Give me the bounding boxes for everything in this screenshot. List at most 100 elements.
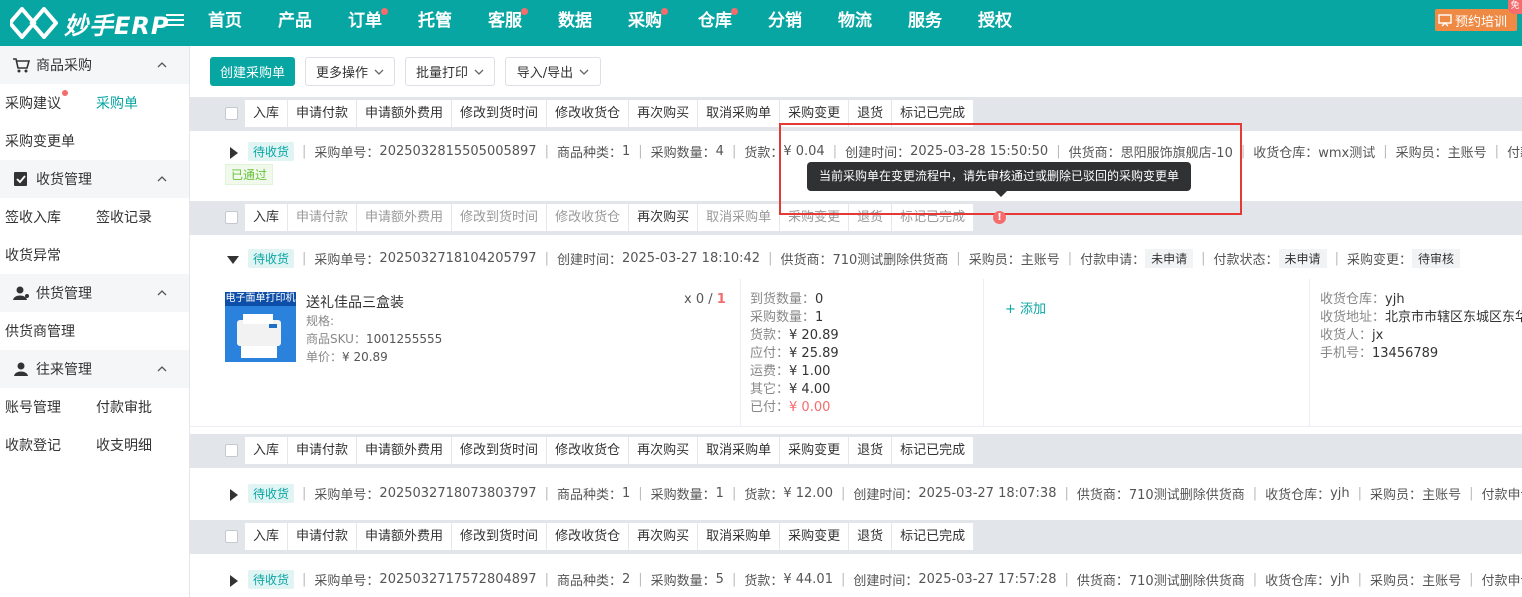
action-button[interactable]: 申请额外费用 — [357, 100, 453, 127]
order-field: 货款： — [744, 574, 784, 589]
nav-item[interactable]: 仓库 — [680, 0, 750, 46]
sidebar-item[interactable]: 签收记录 — [91, 207, 182, 227]
nav-item[interactable]: 产品 — [260, 0, 330, 46]
action-button[interactable]: 修改收货仓 — [547, 204, 630, 231]
action-button[interactable]: 退货 — [849, 523, 893, 550]
batch-print-dropdown[interactable]: 批量打印 — [405, 57, 495, 86]
sidebar-item[interactable]: 采购单 — [91, 93, 182, 113]
product-title[interactable]: 送礼佳品三盒装 — [306, 292, 404, 312]
order-field: 待收货 — [248, 249, 295, 268]
select-checkbox[interactable] — [225, 530, 238, 543]
sidebar-item[interactable]: 收款登记 — [0, 435, 91, 455]
sidebar-item[interactable]: 账号管理 — [0, 397, 91, 417]
action-button[interactable]: 修改收货仓 — [547, 437, 630, 464]
action-button[interactable]: 申请额外费用 — [357, 523, 453, 550]
nav-item[interactable]: 采购 — [610, 0, 680, 46]
column-divider — [983, 279, 984, 427]
nav-item[interactable]: 订单 — [330, 0, 400, 46]
nav-item[interactable]: 分销 — [750, 0, 820, 46]
sidebar-item[interactable]: 采购建议 — [0, 90, 91, 113]
expand-arrow-icon[interactable] — [230, 147, 238, 159]
warning-icon[interactable]: ! — [993, 211, 1006, 224]
action-button[interactable]: 申请额外费用 — [357, 437, 453, 464]
action-button[interactable]: 修改到货时间 — [452, 523, 548, 550]
create-purchase-order-button[interactable]: 创建采购单 — [210, 57, 295, 86]
action-button[interactable]: 入库 — [245, 100, 289, 127]
more-actions-dropdown[interactable]: 更多操作 — [305, 57, 395, 86]
sidebar-row: 供货商管理 — [0, 312, 189, 350]
order-field: yjh — [1330, 572, 1350, 587]
action-button[interactable]: 取消采购单 — [698, 523, 781, 550]
action-button[interactable]: 入库 — [245, 523, 289, 550]
train-booking-button[interactable]: 预约培训 — [1435, 9, 1517, 31]
import-export-dropdown[interactable]: 导入/导出 — [505, 57, 601, 86]
select-checkbox[interactable] — [225, 107, 238, 120]
nav-item[interactable]: 数据 — [540, 0, 610, 46]
amount-row: 其它：¥ 4.00 — [750, 381, 839, 399]
amount-value: 0 — [815, 292, 824, 307]
action-button[interactable]: 标记已完成 — [892, 437, 975, 464]
action-button[interactable]: 退货 — [849, 437, 893, 464]
nav-item[interactable]: 授权 — [960, 0, 1030, 46]
action-button[interactable]: 取消采购单 — [698, 100, 781, 127]
action-button[interactable]: 采购变更 — [780, 437, 850, 464]
nav-item[interactable]: 物流 — [820, 0, 890, 46]
nav-item-label: 数据 — [558, 11, 592, 31]
sidebar-item-label: 采购建议 — [5, 96, 61, 112]
action-button[interactable]: 申请付款 — [288, 204, 358, 231]
action-button[interactable]: 入库 — [245, 437, 289, 464]
amount-label: 运费： — [750, 364, 790, 379]
order-field: 1 — [715, 486, 724, 501]
collapse-arrow-icon[interactable] — [227, 256, 239, 264]
action-button[interactable]: 申请付款 — [288, 523, 358, 550]
action-button[interactable]: 采购变更 — [780, 523, 850, 550]
sidebar-item[interactable]: 供货商管理 — [0, 321, 91, 341]
sidebar-item[interactable]: 付款审批 — [91, 397, 182, 417]
nav-item[interactable]: 客服 — [470, 0, 540, 46]
action-button[interactable]: 修改到货时间 — [452, 100, 548, 127]
sidebar-group-header[interactable]: 往来管理 — [0, 350, 189, 388]
sidebar-item[interactable]: 采购变更单 — [0, 131, 91, 151]
nav-item[interactable]: 托管 — [400, 0, 470, 46]
order-field: 待收货 — [248, 142, 295, 161]
product-image[interactable]: 电子面单打印机 — [225, 292, 296, 362]
action-button[interactable]: 再次购买 — [629, 523, 699, 550]
action-button[interactable]: 再次购买 — [629, 204, 699, 231]
action-button[interactable]: 修改收货仓 — [547, 100, 630, 127]
select-checkbox[interactable] — [225, 211, 238, 224]
action-button[interactable]: 标记已完成 — [892, 523, 975, 550]
add-remark-link[interactable]: + 添加 — [1005, 298, 1046, 317]
sidebar-group-header[interactable]: 供货管理 — [0, 274, 189, 312]
action-button[interactable]: 入库 — [245, 204, 289, 231]
expand-arrow-icon[interactable] — [230, 489, 238, 501]
logo[interactable]: 妙手ERP — [10, 5, 169, 41]
action-button[interactable]: 申请付款 — [288, 100, 358, 127]
action-button[interactable]: 修改收货仓 — [547, 523, 630, 550]
sidebar-group-header[interactable]: 商品采购 — [0, 46, 189, 84]
menu-toggle-icon[interactable] — [166, 11, 184, 31]
select-checkbox[interactable] — [225, 444, 238, 457]
order-field: 创建时间： — [853, 574, 919, 589]
product-spec: 规格: — [306, 314, 335, 328]
sidebar: 商品采购采购建议 采购单 采购变更单收货管理签收入库 签收记录 收货异常供货管理供货商管… — [0, 46, 190, 597]
action-button[interactable]: 再次购买 — [629, 437, 699, 464]
product-image-caption: 电子面单打印机 — [225, 292, 296, 306]
action-button[interactable]: 修改到货时间 — [452, 204, 548, 231]
action-button[interactable]: 申请额外费用 — [357, 204, 453, 231]
separator: | — [1383, 144, 1388, 159]
expand-arrow-icon[interactable] — [230, 575, 238, 587]
order-field: 货款： — [744, 488, 784, 503]
sidebar-item[interactable]: 收支明细 — [91, 435, 182, 455]
action-button[interactable]: 取消采购单 — [698, 204, 781, 231]
nav-item[interactable]: 首页 — [190, 0, 260, 46]
action-button[interactable]: 取消采购单 — [698, 437, 781, 464]
sidebar-item[interactable]: 收货异常 — [0, 245, 91, 265]
nav-item[interactable]: 服务 — [890, 0, 960, 46]
action-button[interactable]: 申请付款 — [288, 437, 358, 464]
sidebar-group-header[interactable]: 收货管理 — [0, 160, 189, 198]
sidebar-item[interactable]: 签收入库 — [0, 207, 91, 227]
order-field: 货款： — [744, 146, 784, 161]
order-field: 2025-03-27 17:57:28 — [918, 572, 1057, 587]
action-button[interactable]: 再次购买 — [629, 100, 699, 127]
action-button[interactable]: 修改到货时间 — [452, 437, 548, 464]
